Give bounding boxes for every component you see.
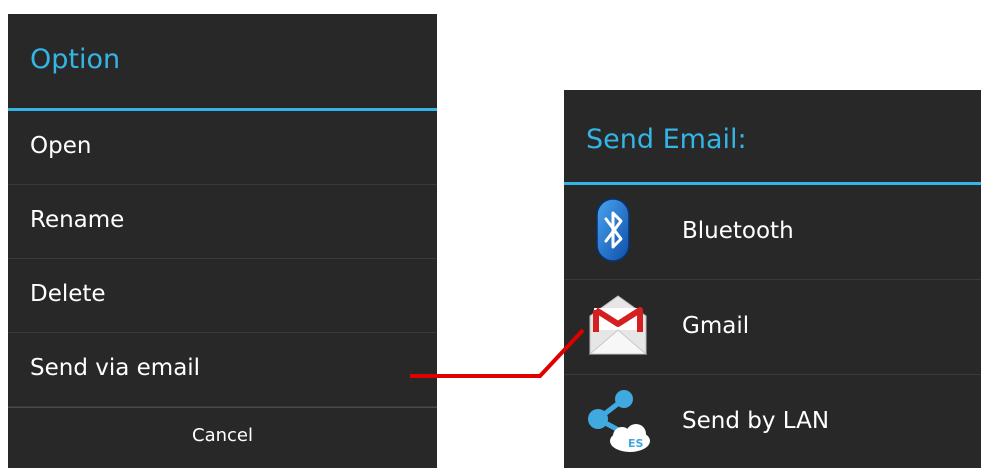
- cancel-button[interactable]: Cancel: [8, 407, 437, 469]
- send-email-dialog-header: Send Email:: [564, 90, 981, 185]
- option-dialog-title: Option: [30, 44, 121, 75]
- send-email-dialog: Send Email: Bluetooth Gmail ES Send by L…: [564, 90, 981, 468]
- menu-item-label: Send via email: [30, 355, 201, 381]
- menu-item-rename[interactable]: Rename: [8, 185, 437, 259]
- app-item-gmail[interactable]: Gmail: [564, 280, 981, 375]
- app-item-label: Bluetooth: [682, 218, 794, 244]
- lan-share-icon: ES: [584, 387, 656, 455]
- option-dialog-header: Option: [8, 14, 437, 111]
- option-dialog: Option Open Rename Delete Send via email…: [8, 14, 437, 468]
- menu-item-label: Delete: [30, 281, 106, 307]
- app-item-bluetooth[interactable]: Bluetooth: [564, 185, 981, 280]
- app-item-label: Gmail: [682, 313, 750, 339]
- menu-item-label: Open: [30, 133, 92, 159]
- bluetooth-icon: [584, 197, 656, 265]
- cancel-button-label: Cancel: [192, 425, 253, 446]
- send-email-dialog-title: Send Email:: [586, 124, 747, 155]
- gmail-icon: [584, 292, 656, 360]
- menu-item-label: Rename: [30, 207, 125, 233]
- menu-item-delete[interactable]: Delete: [8, 259, 437, 333]
- app-item-send-by-lan[interactable]: ES Send by LAN: [564, 375, 981, 469]
- app-item-label: Send by LAN: [682, 408, 830, 434]
- svg-text:ES: ES: [628, 437, 644, 450]
- menu-item-open[interactable]: Open: [8, 111, 437, 185]
- menu-item-send-via-email[interactable]: Send via email: [8, 333, 437, 407]
